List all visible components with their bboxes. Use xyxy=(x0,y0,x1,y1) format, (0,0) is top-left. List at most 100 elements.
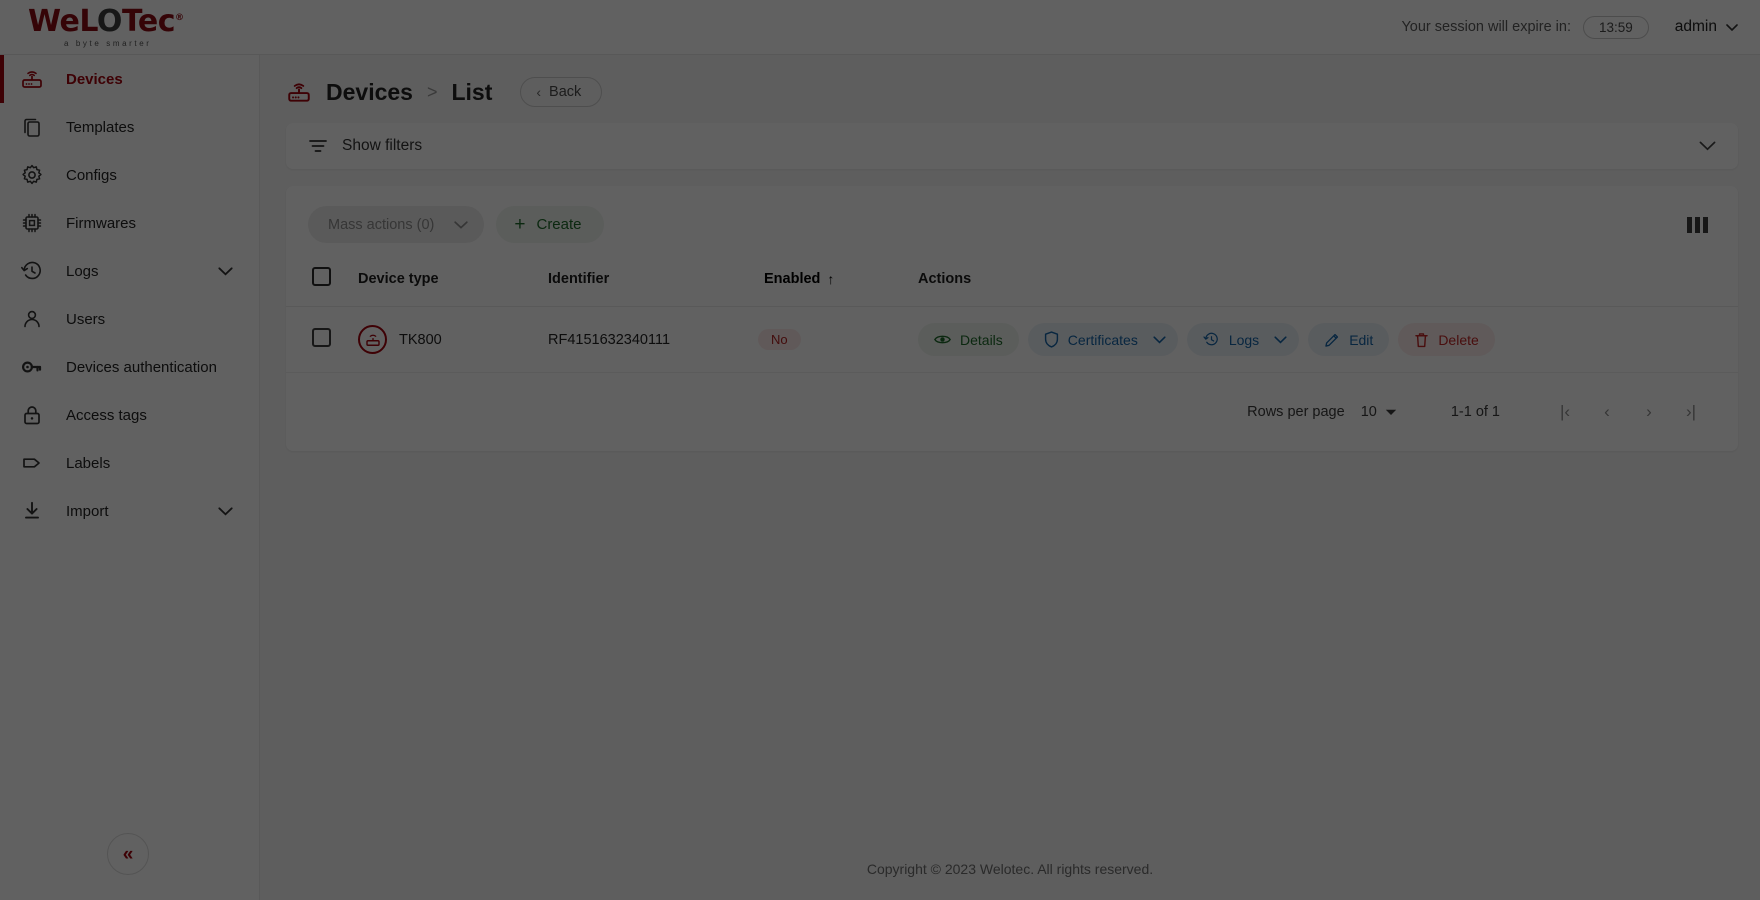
breadcrumb-root[interactable]: Devices xyxy=(326,79,413,106)
edit-button[interactable]: Edit xyxy=(1308,323,1390,356)
rows-per-page-select[interactable]: 10 xyxy=(1361,404,1397,420)
sidebar-label-devices: Devices xyxy=(66,70,123,88)
sidebar-label-logs: Logs xyxy=(66,262,99,280)
sidebar-item-devices-authentication[interactable]: Devices authentication xyxy=(0,343,259,391)
details-button-label: Details xyxy=(960,331,1003,348)
device-type-label: TK800 xyxy=(399,331,442,348)
logs-button[interactable]: Logs xyxy=(1186,323,1300,356)
sidebar-label-templates: Templates xyxy=(66,118,135,136)
registered-mark: ® xyxy=(175,12,184,23)
download-icon xyxy=(20,499,44,523)
plus-icon: + xyxy=(514,214,526,235)
sidebar-item-devices[interactable]: Devices xyxy=(0,55,259,103)
sidebar-label-firmwares: Firmwares xyxy=(66,214,136,232)
session-timer: 13:59 xyxy=(1582,15,1649,39)
cell-enabled: No xyxy=(758,306,918,373)
sidebar-item-labels[interactable]: Labels xyxy=(0,439,259,487)
back-button-label: Back xyxy=(549,84,582,100)
sidebar-item-configs[interactable]: Configs xyxy=(0,151,259,199)
sidebar-item-users[interactable]: Users xyxy=(0,295,259,343)
create-button[interactable]: + Create xyxy=(496,206,604,243)
history-icon xyxy=(20,259,44,283)
create-button-label: Create xyxy=(536,216,582,233)
top-bar: WeLOTec® a byte smarter Your session wil… xyxy=(0,0,1760,55)
chevron-down-icon xyxy=(1726,23,1738,31)
delete-button[interactable]: Delete xyxy=(1398,323,1495,356)
chevron-left-icon: ‹ xyxy=(536,84,542,100)
double-chevron-left-icon: « xyxy=(122,843,134,865)
trash-icon xyxy=(1415,332,1429,347)
details-button[interactable]: Details xyxy=(918,323,1019,356)
sidebar-item-access-tags[interactable]: Access tags xyxy=(0,391,259,439)
breadcrumb-separator: > xyxy=(426,81,438,102)
user-icon xyxy=(20,307,44,331)
welotec-logo[interactable]: WeLOTec® a byte smarter xyxy=(0,6,260,48)
sidebar-label-devices-authentication: Devices authentication xyxy=(66,358,217,376)
sidebar-label-labels: Labels xyxy=(66,454,111,472)
status-badge: No xyxy=(758,329,801,350)
back-button[interactable]: ‹ Back xyxy=(520,77,603,107)
caret-down-icon xyxy=(1385,409,1397,415)
select-all-checkbox[interactable] xyxy=(312,267,331,286)
filter-icon xyxy=(309,140,327,152)
table-header-row: Device type Identifier Enabled ↑ Actions xyxy=(286,257,1738,307)
breadcrumb-current: List xyxy=(451,78,493,105)
footer: Copyright © 2023 Welotec. All rights res… xyxy=(260,838,1760,900)
sidebar-label-import: Import xyxy=(66,502,109,520)
column-header-enabled-highlight[interactable]: Enabled ↑ xyxy=(758,267,842,290)
table-body: TK800 RF4151632340111 No Details Certifi… xyxy=(286,306,1738,373)
column-header-enabled-label: Enabled xyxy=(764,270,821,287)
sidebar-label-configs: Configs xyxy=(66,166,117,184)
devices-table-card: Mass actions (0) + Create Device type Id… xyxy=(286,186,1738,451)
cell-identifier: RF4151632340111 xyxy=(548,306,758,373)
column-header-identifier[interactable]: Identifier xyxy=(548,257,758,307)
sidebar-collapse-button[interactable]: « xyxy=(107,833,149,875)
user-name: admin xyxy=(1674,18,1717,35)
column-header-enabled[interactable]: Enabled ↑ xyxy=(758,257,918,307)
mass-actions-button[interactable]: Mass actions (0) xyxy=(308,206,485,243)
sidebar-item-import[interactable]: Import xyxy=(0,487,259,535)
certificates-button[interactable]: Certificates xyxy=(1027,323,1178,356)
chevron-down-icon[interactable] xyxy=(1699,141,1716,151)
column-header-actions: Actions xyxy=(918,270,972,287)
select-all-header xyxy=(286,257,358,307)
row-checkbox[interactable] xyxy=(312,328,331,347)
row-actions: Details Certificates Logs Edit Delete xyxy=(918,323,1738,356)
delete-button-label: Delete xyxy=(1438,331,1479,348)
router-icon xyxy=(288,83,310,102)
columns-icon[interactable] xyxy=(1681,211,1714,239)
session-area: Your session will expire in: 13:59 admin xyxy=(1401,15,1760,39)
table-toolbar: Mass actions (0) + Create xyxy=(286,186,1738,257)
sidebar-item-firmwares[interactable]: Firmwares xyxy=(0,199,259,247)
chip-icon xyxy=(20,211,44,235)
lock-icon xyxy=(20,403,44,427)
show-filters-panel[interactable]: Show filters xyxy=(286,123,1738,169)
last-page-button[interactable]: ›| xyxy=(1670,395,1712,429)
main-content: Devices > List ‹ Back Show filters Mass xyxy=(260,55,1760,900)
copy-icon xyxy=(20,115,44,139)
eye-icon xyxy=(934,335,951,344)
copyright-text: Copyright © 2023 Welotec. All rights res… xyxy=(866,861,1154,877)
column-header-device-type[interactable]: Device type xyxy=(358,257,548,307)
router-icon xyxy=(20,67,44,91)
previous-page-button[interactable]: ‹ xyxy=(1586,395,1628,429)
table-row[interactable]: TK800 RF4151632340111 No Details Certifi… xyxy=(286,306,1738,373)
first-page-button[interactable]: |‹ xyxy=(1544,395,1586,429)
devices-table: Device type Identifier Enabled ↑ Actions xyxy=(286,257,1738,373)
chevron-down-icon xyxy=(1153,335,1166,344)
app-root: WeLOTec® a byte smarter Your session wil… xyxy=(0,0,1760,900)
pencil-icon xyxy=(1325,333,1339,347)
show-filters-label: Show filters xyxy=(342,137,423,154)
sidebar-label-access-tags: Access tags xyxy=(66,406,147,424)
key-icon xyxy=(20,355,44,379)
user-menu[interactable]: admin xyxy=(1675,18,1738,36)
chevron-down-icon xyxy=(454,220,469,229)
gear-icon xyxy=(20,163,44,187)
rows-per-page-value: 10 xyxy=(1360,404,1377,420)
edit-button-label: Edit xyxy=(1349,331,1374,348)
next-page-button[interactable]: › xyxy=(1628,395,1670,429)
sidebar-item-logs[interactable]: Logs xyxy=(0,247,259,295)
chevron-down-icon xyxy=(1274,335,1287,344)
sidebar-item-templates[interactable]: Templates xyxy=(0,103,259,151)
sort-ascending-icon: ↑ xyxy=(827,270,835,287)
